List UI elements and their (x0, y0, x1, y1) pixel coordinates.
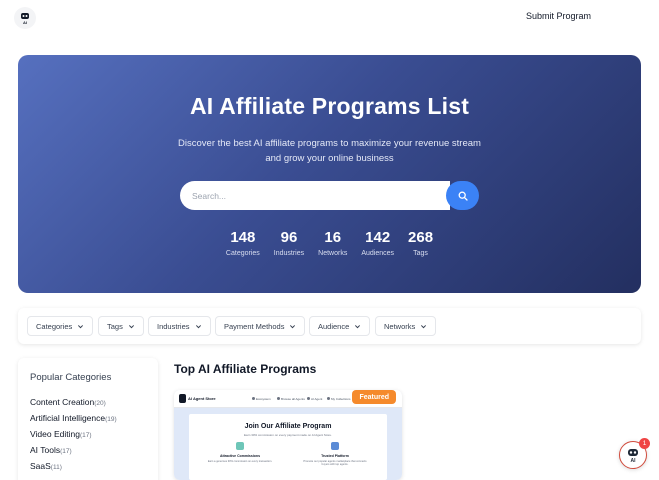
sidebar-title: Popular Categories (30, 372, 112, 383)
search-icon (458, 191, 468, 201)
submit-program-link[interactable]: Submit Program (526, 11, 591, 21)
chevron-down-icon (78, 324, 84, 328)
category-item-ai-tools[interactable]: AI Tools(17) (30, 443, 117, 459)
preview-col2-text: Promote our popular agents marketplace t… (303, 460, 367, 466)
preview-subtext: Earn 30% commission on every payment mad… (244, 433, 332, 437)
stat-value: 16 (324, 229, 342, 246)
filter-categories-dropdown[interactable]: Categories (27, 316, 94, 336)
stat-label: Audiences (361, 250, 395, 257)
category-count: (17) (60, 448, 72, 455)
preview-nav-link: Ecosystem (256, 397, 271, 401)
category-count: (17) (79, 432, 92, 439)
stat-label: Industries (273, 250, 305, 257)
category-count: (19) (105, 416, 117, 423)
preview-nav-link: AI Agent (311, 397, 323, 401)
stat-value: 148 (230, 229, 256, 246)
stat-label: Tags (413, 250, 428, 257)
preview-logo-icon (179, 394, 186, 403)
category-item-artificial-intelligence[interactable]: Artificial Intelligence(19) (30, 411, 117, 427)
preview-nav-link: Browse all Agents (281, 397, 305, 401)
program-card[interactable]: AI Agent Store Ecosystem Browse all Agen… (174, 390, 402, 480)
category-count: (20) (94, 400, 106, 407)
category-count: (11) (50, 464, 62, 471)
top-navbar: AI Submit Program (0, 0, 659, 36)
filter-label: Networks (384, 321, 416, 331)
stat-networks: 16 Networks (311, 229, 354, 257)
dot-icon (252, 397, 255, 400)
filter-label: Categories (36, 321, 73, 331)
category-item-content-creation[interactable]: Content Creation(20) (30, 395, 117, 411)
stat-value: 142 (365, 229, 391, 246)
category-name: Content Creation (30, 397, 95, 407)
stat-label: Categories (225, 250, 260, 257)
filter-tags-dropdown[interactable]: Tags (98, 316, 144, 336)
stat-categories: 148 Categories (219, 229, 267, 257)
filter-label: Audience (318, 321, 350, 331)
section-title: Top AI Affiliate Programs (174, 362, 317, 376)
popular-categories-panel: Popular Categories Content Creation(20) … (18, 358, 158, 480)
filter-label: Payment Methods (224, 321, 285, 331)
filter-audience-dropdown[interactable]: Audience (309, 316, 371, 336)
hero-title: AI Affiliate Programs List (189, 93, 470, 119)
dot-icon (277, 397, 280, 400)
robot-logo-icon: AI (21, 13, 29, 25)
filter-label: Industries (157, 321, 190, 331)
stat-value: 268 (408, 229, 434, 246)
chat-label: AI (631, 458, 637, 464)
filter-bar: Categories Tags Industries Payment Metho… (18, 308, 641, 344)
featured-badge: Featured (352, 390, 396, 404)
dot-icon (327, 397, 330, 400)
hero-banner: AI Affiliate Programs List Discover the … (18, 55, 641, 293)
search-bar (180, 181, 479, 210)
preview-heading: Join Our Affiliate Program (244, 423, 332, 430)
dot-icon (307, 397, 310, 400)
stat-tags: 268 Tags (401, 229, 440, 257)
category-name: AI Tools (30, 445, 61, 455)
stat-label: Networks (318, 250, 348, 257)
site-logo[interactable]: AI (14, 7, 36, 29)
preview-nav-link: My Collections (331, 397, 351, 401)
preview-col2-title: Trusted Platform (321, 454, 349, 458)
search-button[interactable] (446, 181, 479, 210)
stat-value: 96 (280, 229, 298, 246)
filter-networks-dropdown[interactable]: Networks (375, 316, 437, 336)
stat-industries: 96 Industries (267, 229, 311, 257)
filter-industries-dropdown[interactable]: Industries (148, 316, 211, 336)
users-icon (331, 442, 339, 450)
stat-audiences: 142 Audiences (354, 229, 401, 257)
chevron-down-icon (195, 324, 201, 328)
chevron-down-icon (128, 324, 134, 328)
category-name: Video Editing (30, 429, 80, 439)
money-icon (236, 442, 244, 450)
chevron-down-icon (355, 324, 361, 328)
stats-row: 148 Categories 96 Industries 16 Networks… (18, 229, 641, 257)
search-input[interactable] (180, 181, 450, 210)
category-name: SaaS (30, 461, 51, 471)
category-item-saas[interactable]: SaaS(11) (30, 459, 117, 475)
hero-subtitle: Discover the best AI affiliate programs … (178, 138, 481, 164)
preview-panel: Join Our Affiliate Program Earn 30% comm… (189, 414, 387, 480)
filter-payment-methods-dropdown[interactable]: Payment Methods (215, 316, 306, 336)
chevron-down-icon (290, 324, 296, 328)
svg-text:AI: AI (23, 20, 27, 25)
filter-label: Tags (107, 321, 123, 331)
preview-brand: AI Agent Store (188, 396, 216, 401)
category-list: Content Creation(20) Artificial Intellig… (30, 395, 117, 475)
category-name: Artificial Intelligence (30, 413, 106, 423)
preview-col1-title: Attractive Commissions (219, 454, 261, 458)
notification-badge: 1 (639, 438, 650, 449)
robot-chat-icon: AI (628, 449, 638, 464)
preview-col1-text: Earn a generous 30% commission on every … (207, 460, 273, 463)
chevron-down-icon (421, 324, 427, 328)
category-item-video-editing[interactable]: Video Editing(17) (30, 427, 117, 443)
